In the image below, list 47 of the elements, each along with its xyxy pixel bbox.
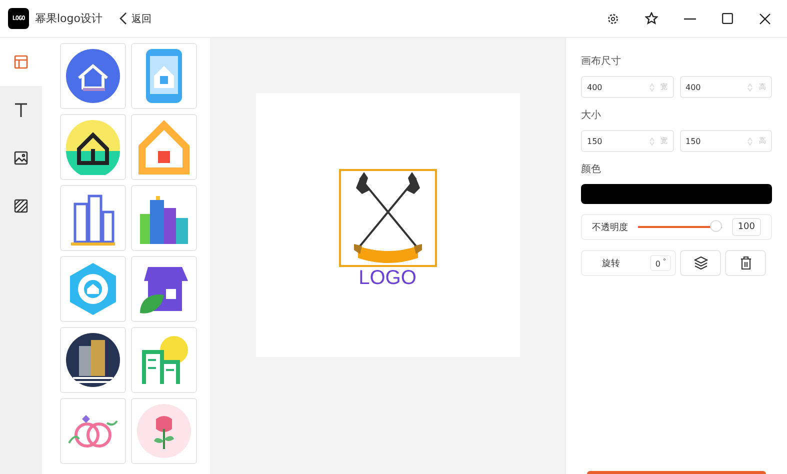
layout-icon (14, 55, 28, 69)
template-thumbnail[interactable] (60, 256, 126, 322)
template-thumbnail[interactable] (60, 114, 126, 180)
maximize-icon[interactable] (722, 13, 733, 24)
back-button[interactable]: 返回 (118, 12, 152, 26)
template-thumbnail[interactable] (60, 185, 126, 251)
pattern-icon (14, 199, 28, 213)
template-thumbnail[interactable] (131, 185, 197, 251)
template-thumbnail[interactable] (131, 43, 197, 109)
settings-icon[interactable] (607, 12, 619, 24)
image-icon (14, 151, 28, 165)
stepper-icon (747, 82, 753, 92)
back-icon (118, 12, 126, 25)
template-thumbnail[interactable] (60, 43, 126, 109)
rotate-field[interactable]: 0 $^{°}$ (650, 254, 671, 272)
layers-button[interactable] (680, 250, 721, 276)
slider-thumb[interactable] (710, 220, 722, 232)
selected-logo[interactable] (338, 169, 436, 267)
trash-icon (740, 256, 752, 270)
house-circle-drawing (65, 48, 121, 104)
template-thumbnail[interactable] (131, 114, 197, 180)
delete-button[interactable] (725, 250, 766, 276)
layers-icon (694, 256, 708, 270)
text-icon (14, 102, 28, 118)
city-night-drawing (65, 332, 121, 388)
close-icon[interactable] (759, 12, 771, 24)
template-thumbnail[interactable] (131, 327, 197, 393)
rotate-label: 旋转 (602, 258, 620, 270)
logo-text[interactable]: LOGO (358, 267, 416, 289)
stepper-icon (648, 82, 654, 92)
template-thumbnail[interactable] (131, 398, 197, 464)
template-thumbnail[interactable] (60, 398, 126, 464)
opacity-label: 不透明度 (592, 222, 628, 234)
stepper-icon (747, 136, 753, 146)
opacity-value-field[interactable]: 100 (732, 218, 761, 236)
rose-drawing (136, 403, 192, 459)
house-gradient-drawing (136, 119, 192, 175)
app-title: 幂果logo设计 (35, 11, 102, 26)
house-half-drawing (65, 119, 121, 175)
section-label: 画布尺寸 (581, 54, 622, 68)
section-label: 颜色 (581, 162, 602, 176)
template-thumbnail[interactable] (131, 256, 197, 322)
template-thumbnail[interactable] (60, 327, 126, 393)
color-swatch[interactable] (581, 184, 772, 204)
section-label: 大小 (581, 108, 602, 122)
stepper-icon (648, 136, 654, 146)
star-icon[interactable] (645, 12, 658, 25)
